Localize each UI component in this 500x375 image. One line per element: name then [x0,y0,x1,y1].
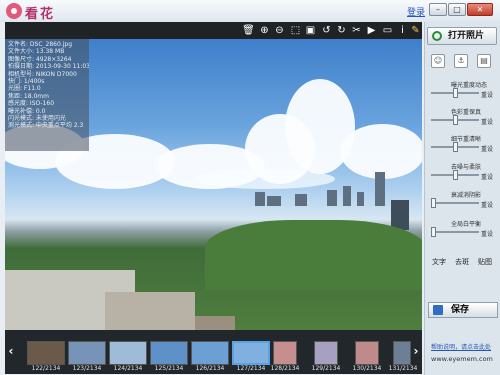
slider-shadow: 衰减消阴影 重设 [427,190,499,216]
prev-arrow-icon[interactable]: ‹ [7,342,15,360]
thumbnail-label: 129/2134 [311,365,341,372]
rotate-left-icon[interactable]: ↺ [320,24,333,37]
title-bar: 看花 登录 – □ ✕ [0,0,500,22]
thumbnail[interactable] [393,341,411,365]
tab-text[interactable]: 文字 [429,257,449,267]
app-title: 看花 [25,7,56,22]
website-url: www.eyemem.com [431,355,493,363]
info-line: 测光模式: 中央重点平均 2.3 [8,122,84,130]
edit-panel: 打开照片 ☺ ⚓ ▤ 曝光重度动态 重设 色彩重保真 重设 细节重清晰 重设 去… [424,22,500,375]
thumbnail[interactable] [27,341,65,365]
slider-thumb[interactable] [453,115,458,125]
reset-button[interactable]: 重设 [481,200,493,209]
open-photo-button[interactable]: 打开照片 [427,27,497,45]
thumbnail[interactable] [314,341,338,365]
crop-icon[interactable]: ✂ [350,24,363,37]
rotate-right-icon[interactable]: ↻ [335,24,348,37]
anchor-icon[interactable]: ⚓ [454,54,468,68]
thumbnail-label: 123/2134 [72,365,102,372]
info-icon[interactable]: i [396,24,409,37]
close-button[interactable]: ✕ [467,3,493,16]
thumbnail-label: 128/2134 [270,365,300,372]
close-icon: ✕ [476,5,484,14]
slider-denoise: 去噪与柔肤 重设 [427,162,499,188]
delete-icon[interactable]: 🗑 [242,24,255,37]
info-line: 曝光补偿: 0.0 [8,107,46,115]
open-photo-label: 打开照片 [448,31,485,41]
fit-window-icon[interactable]: ⬚ [289,24,302,37]
slider-detail: 细节重清晰 重设 [427,134,499,160]
actual-size-icon[interactable]: ▣ [304,24,317,37]
open-icon [432,31,442,41]
thumbnail[interactable] [68,341,106,365]
slider-thumb[interactable] [453,142,458,152]
maximize-button[interactable]: □ [448,3,466,16]
login-link[interactable]: 登录 [407,5,425,18]
save-button[interactable]: 保存 [428,302,498,318]
edit-pencil-icon[interactable]: ✎ [409,24,422,37]
reset-button[interactable]: 重设 [481,229,493,238]
reset-button[interactable]: 重设 [481,172,493,181]
slider-label: 全局白平衡 [451,221,482,228]
tab-spot-removal[interactable]: 去斑 [452,257,472,267]
thumbnail-selected[interactable] [232,341,270,365]
next-arrow-icon[interactable]: › [412,342,420,360]
thumbnail[interactable] [355,341,379,365]
info-line: 拍摄日期: 2013-09-30 11:03:00 [8,63,89,71]
thumbnail-label: 125/2134 [154,365,184,372]
save-icon [433,305,443,315]
reset-button[interactable]: 重设 [481,90,493,99]
beauty-icon[interactable]: ☺ [431,54,445,68]
slider-thumb[interactable] [431,198,436,208]
main-photo[interactable]: 文件名: DSC_2860.jpg 文件大小: 13.38 MB 图像尺寸: 4… [5,39,422,330]
app-logo-icon [6,3,22,19]
thumbnail[interactable] [109,341,147,365]
reset-button[interactable]: 重设 [481,144,493,153]
thumbnail-label: 124/2134 [113,365,143,372]
thumbnail[interactable] [150,341,188,365]
thumbnail-strip: ‹ 122/2134 123/2134 124/2134 125/2134 12… [5,330,422,374]
tab-sticker[interactable]: 贴图 [475,257,495,267]
info-line: 文件大小: 13.38 MB [8,48,65,56]
minimize-button[interactable]: – [429,3,447,16]
slider-color: 色彩重保真 重设 [427,107,499,133]
info-line: 相机型号: NIKON D7000 [8,70,77,78]
slideshow-icon[interactable]: ▶ [365,24,378,37]
thumbnail-label: 131/2134 [388,365,418,372]
slider-thumb[interactable] [453,88,458,98]
layers-icon[interactable]: ▤ [477,54,491,68]
thumbnail-label: 122/2134 [31,365,61,372]
slider-label: 衰减消阴影 [451,192,482,199]
fullscreen-icon[interactable]: ▭ [381,24,394,37]
help-link[interactable]: 帮助说明，请点击此处 [431,342,491,351]
save-label: 保存 [451,305,470,315]
thumbnail-label: 126/2134 [195,365,225,372]
info-line: 感光度: ISO-160 [8,100,55,108]
thumbnail[interactable] [191,341,229,365]
exif-info-overlay: 文件名: DSC_2860.jpg 文件大小: 13.38 MB 图像尺寸: 4… [5,39,89,151]
reset-button[interactable]: 重设 [481,117,493,126]
zoom-in-icon[interactable]: ⊕ [258,24,271,37]
photo-toolbar: 🗑 ⊕ ⊖ ⬚ ▣ ↺ ↻ ✂ ▶ ▭ i ✎ [5,22,422,39]
slider-thumb[interactable] [453,170,458,180]
slider-exposure: 曝光重度动态 重设 [427,80,499,106]
minimize-icon: – [436,5,440,14]
thumbnail[interactable] [273,341,297,365]
slider-thumb[interactable] [431,227,436,237]
info-line: 光圈: F11.0 [8,85,41,93]
maximize-icon: □ [453,5,461,14]
slider-white-balance: 全局白平衡 重设 [427,219,499,245]
app-window: { "app": {"title": "看花", "login": "登录"},… [0,0,500,375]
zoom-out-icon[interactable]: ⊖ [273,24,286,37]
